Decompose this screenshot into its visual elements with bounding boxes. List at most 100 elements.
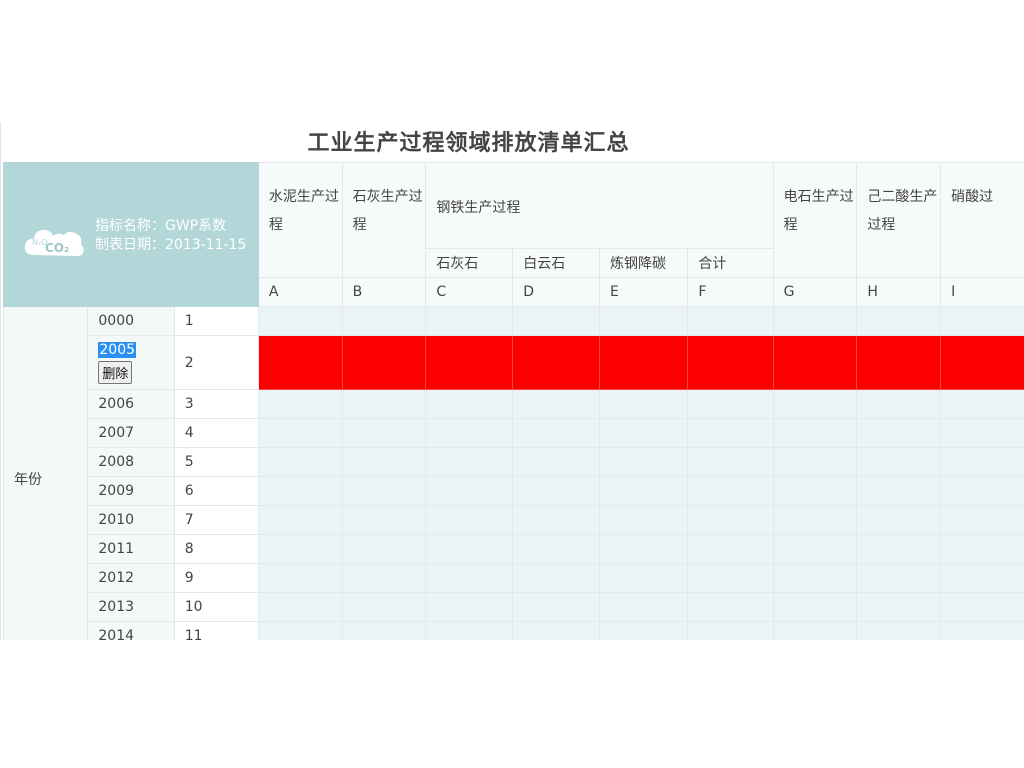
data-cell[interactable]	[772, 563, 858, 593]
data-cell[interactable]	[856, 447, 942, 477]
data-cell[interactable]	[772, 418, 858, 448]
data-cell[interactable]	[772, 476, 858, 506]
data-cell[interactable]	[856, 505, 942, 535]
data-cell[interactable]	[341, 447, 427, 477]
data-cell[interactable]	[425, 534, 514, 564]
data-cell[interactable]	[425, 505, 514, 535]
data-cell[interactable]	[257, 592, 343, 622]
data-cell[interactable]	[512, 389, 601, 419]
data-cell[interactable]	[341, 306, 427, 336]
data-cell[interactable]	[599, 563, 689, 593]
data-cell[interactable]	[425, 476, 514, 506]
year-cell[interactable]: 2011	[87, 534, 175, 564]
year-cell[interactable]: 2009	[87, 476, 175, 506]
data-cell[interactable]	[856, 389, 942, 419]
data-cell[interactable]	[599, 306, 689, 336]
data-cell[interactable]	[599, 621, 689, 640]
year-cell[interactable]: 0000	[87, 306, 175, 336]
data-cell[interactable]	[257, 476, 343, 506]
data-cell[interactable]	[687, 306, 774, 336]
data-cell[interactable]	[425, 418, 514, 448]
year-cell[interactable]: 2013	[87, 592, 175, 622]
data-cell[interactable]	[940, 447, 1024, 477]
data-cell[interactable]	[940, 476, 1024, 506]
data-cell[interactable]	[599, 447, 689, 477]
year-selected-text[interactable]: 2005	[98, 341, 137, 358]
data-cell[interactable]	[599, 389, 689, 419]
report-viewport[interactable]: 工业生产过程领域排放清单汇总 N₂O CO₂ 指标名称：GWP系数 制表日期：2…	[0, 122, 1024, 640]
data-cell[interactable]	[856, 418, 942, 448]
data-cell[interactable]	[856, 592, 942, 622]
data-cell[interactable]	[772, 306, 858, 336]
data-cell[interactable]	[257, 306, 343, 336]
data-cell[interactable]	[687, 505, 774, 535]
data-cell[interactable]	[425, 389, 514, 419]
data-cell[interactable]	[425, 447, 514, 477]
data-cell[interactable]	[512, 418, 601, 448]
data-cell[interactable]	[425, 592, 514, 622]
data-cell[interactable]	[856, 306, 942, 336]
year-cell[interactable]: 2008	[87, 447, 175, 477]
data-cell[interactable]	[341, 563, 427, 593]
data-cell[interactable]	[341, 621, 427, 640]
data-cell[interactable]	[772, 592, 858, 622]
data-cell[interactable]	[772, 621, 858, 640]
year-cell[interactable]: 2012	[87, 563, 175, 593]
year-cell[interactable]: 2007	[87, 418, 175, 448]
data-cell[interactable]	[341, 534, 427, 564]
data-cell[interactable]	[940, 563, 1024, 593]
data-cell[interactable]	[940, 621, 1024, 640]
data-cell[interactable]	[425, 306, 514, 336]
data-cell[interactable]	[687, 418, 774, 448]
year-cell[interactable]: 2006	[87, 389, 175, 419]
data-cell[interactable]	[512, 306, 601, 336]
data-cell[interactable]	[772, 447, 858, 477]
data-cell[interactable]	[599, 505, 689, 535]
data-cell[interactable]	[257, 563, 343, 593]
delete-row-button[interactable]: 删除	[98, 360, 133, 384]
data-cell[interactable]	[940, 418, 1024, 448]
data-cell[interactable]	[512, 476, 601, 506]
data-cell[interactable]	[512, 335, 601, 390]
data-cell[interactable]	[257, 418, 343, 448]
data-cell[interactable]	[687, 592, 774, 622]
data-cell[interactable]	[687, 563, 774, 593]
data-cell[interactable]	[772, 505, 858, 535]
data-cell[interactable]	[257, 335, 343, 390]
data-cell[interactable]	[512, 621, 601, 640]
data-cell[interactable]	[257, 389, 343, 419]
data-cell[interactable]	[425, 621, 514, 640]
year-cell[interactable]: 2014	[87, 621, 175, 640]
data-cell[interactable]	[425, 563, 514, 593]
data-cell[interactable]	[687, 621, 774, 640]
data-cell[interactable]	[341, 476, 427, 506]
data-cell[interactable]	[856, 621, 942, 640]
data-cell[interactable]	[599, 476, 689, 506]
data-cell[interactable]	[599, 534, 689, 564]
data-cell[interactable]	[257, 505, 343, 535]
data-cell[interactable]	[772, 335, 858, 390]
data-cell[interactable]	[687, 534, 774, 564]
data-cell[interactable]	[341, 389, 427, 419]
data-cell[interactable]	[512, 534, 601, 564]
data-cell[interactable]	[599, 418, 689, 448]
data-cell[interactable]	[257, 621, 343, 640]
data-cell[interactable]	[940, 389, 1024, 419]
data-cell[interactable]	[856, 476, 942, 506]
data-cell[interactable]	[512, 563, 601, 593]
data-cell[interactable]	[512, 447, 601, 477]
data-cell[interactable]	[341, 505, 427, 535]
data-cell[interactable]	[940, 335, 1024, 390]
data-cell[interactable]	[257, 534, 343, 564]
data-cell[interactable]	[341, 335, 427, 390]
data-cell[interactable]	[940, 505, 1024, 535]
data-cell[interactable]	[940, 534, 1024, 564]
data-cell[interactable]	[856, 335, 942, 390]
year-cell[interactable]: 2005 删除	[87, 335, 175, 390]
data-cell[interactable]	[772, 389, 858, 419]
data-cell[interactable]	[687, 476, 774, 506]
data-cell[interactable]	[425, 335, 514, 390]
year-cell[interactable]: 2010	[87, 505, 175, 535]
data-cell[interactable]	[257, 447, 343, 477]
data-cell[interactable]	[940, 592, 1024, 622]
